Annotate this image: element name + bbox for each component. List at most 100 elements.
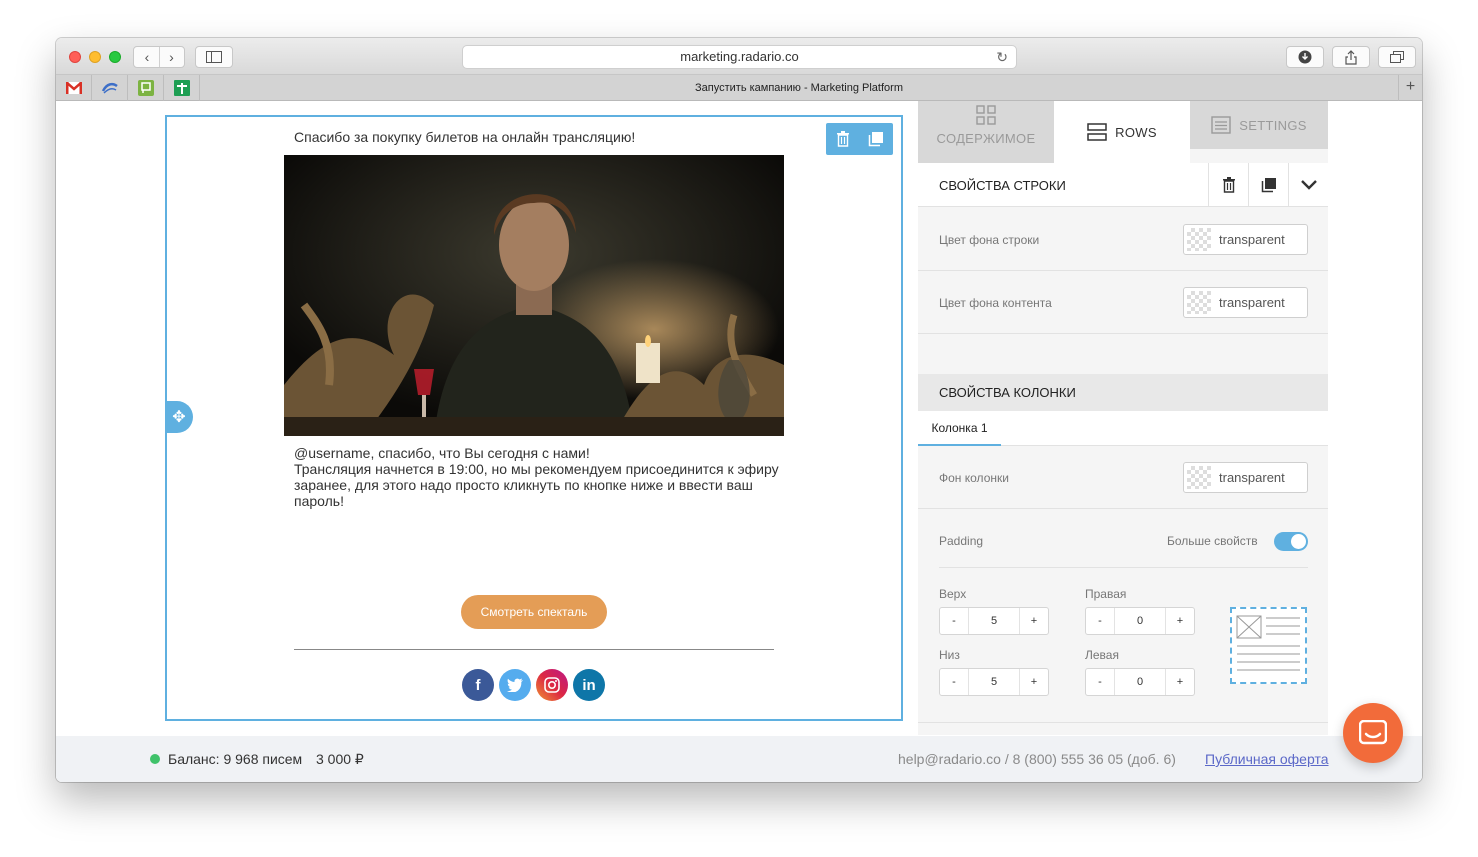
- back-button[interactable]: ‹: [135, 47, 159, 67]
- padding-top-stepper[interactable]: - 5 +: [939, 607, 1049, 635]
- browser-toolbar: ‹ › marketing.radario.co ↻: [56, 38, 1422, 75]
- email-greeting: @username, спасибо, что Вы сегодня с нам…: [294, 445, 590, 461]
- padding-bottom-value[interactable]: 5: [968, 669, 1020, 695]
- new-tab-button[interactable]: +: [1398, 75, 1422, 101]
- chat-bubble-icon: [1359, 720, 1387, 745]
- forward-button[interactable]: ›: [159, 47, 183, 67]
- email-body-text[interactable]: @username, спасибо, что Вы сегодня с нам…: [294, 445, 784, 509]
- close-window-button[interactable]: [69, 51, 81, 63]
- tab-rows-label: ROWS: [1115, 124, 1157, 140]
- row-tools: [826, 123, 893, 155]
- transparent-swatch-icon: [1187, 228, 1211, 251]
- rows-icon: [1087, 123, 1107, 141]
- facebook-icon[interactable]: f: [462, 669, 494, 701]
- gmail-icon[interactable]: [56, 75, 92, 101]
- linkedin-icon[interactable]: in: [573, 669, 605, 701]
- tab-content-label: СОДЕРЖИМОЕ: [936, 130, 1036, 146]
- row-bg-property: Цвет фона строки transparent: [918, 208, 1328, 271]
- help-contacts: help@radario.co / 8 (800) 555 36 05 (доб…: [898, 751, 1176, 767]
- address-bar[interactable]: marketing.radario.co ↻: [462, 45, 1017, 69]
- duplicate-row-button[interactable]: [859, 123, 892, 155]
- reload-icon[interactable]: ↻: [996, 46, 1008, 68]
- nav-buttons: ‹ ›: [133, 46, 185, 68]
- transparent-swatch-icon: [1187, 291, 1211, 314]
- download-icon: [1298, 50, 1312, 64]
- app-content: ✥ Спасибо за покупку билетов на онлайн т…: [56, 101, 1422, 782]
- tab-content-lower: [918, 149, 1054, 163]
- delete-row-icon[interactable]: [1208, 163, 1248, 207]
- padding-bottom-decrement[interactable]: -: [940, 669, 968, 695]
- zoom-window-button[interactable]: [109, 51, 121, 63]
- public-offer-link[interactable]: Публичная оферта: [1205, 751, 1329, 767]
- duplicate-row-icon[interactable]: [1248, 163, 1288, 207]
- padding-right-decrement[interactable]: -: [1086, 608, 1114, 634]
- padding-left-decrement[interactable]: -: [1086, 669, 1114, 695]
- email-title[interactable]: Спасибо за покупку билетов на онлайн тра…: [294, 129, 635, 145]
- padding-left-stepper[interactable]: - 0 +: [1085, 668, 1195, 696]
- padding-top-decrement[interactable]: -: [940, 608, 968, 634]
- tab-settings-lower: [1190, 149, 1328, 163]
- minimize-window-button[interactable]: [89, 51, 101, 63]
- email-divider: [294, 649, 774, 650]
- padding-right-increment[interactable]: +: [1166, 608, 1194, 634]
- sheets-icon[interactable]: [164, 75, 200, 101]
- tab-column-1[interactable]: Колонка 1: [918, 411, 1001, 446]
- collapse-chevron-icon[interactable]: [1288, 163, 1328, 207]
- transparent-swatch-icon: [1187, 466, 1211, 489]
- browser-window: ‹ › marketing.radario.co ↻ Запустить кам…: [56, 38, 1422, 782]
- email-message: Трансляция начнется в 19:00, но мы реком…: [294, 461, 779, 509]
- column-properties-header: СВОЙСТВА КОЛОНКИ: [918, 374, 1328, 411]
- padding-right-label: Правая: [1085, 587, 1127, 601]
- share-button[interactable]: [1332, 46, 1370, 68]
- sidebar-toggle-button[interactable]: [195, 46, 233, 68]
- grid-icon: [976, 104, 996, 125]
- content-bg-label: Цвет фона контента: [939, 296, 1052, 310]
- tabs-overview-button[interactable]: [1378, 46, 1416, 68]
- email-hero-image[interactable]: [284, 155, 784, 436]
- row-bg-color-picker[interactable]: transparent: [1183, 224, 1308, 255]
- status-dot-icon: [150, 754, 160, 764]
- padding-separator: [939, 567, 1308, 568]
- row-properties-header[interactable]: СВОЙСТВА СТРОКИ: [918, 163, 1328, 207]
- padding-top-increment[interactable]: +: [1020, 608, 1048, 634]
- instagram-icon[interactable]: [536, 669, 568, 701]
- balance-amount: 3 000 ₽: [316, 751, 364, 767]
- padding-right-value[interactable]: 0: [1114, 608, 1166, 634]
- padding-left-label: Левая: [1085, 648, 1119, 662]
- padding-top-value[interactable]: 5: [968, 608, 1020, 634]
- column-bg-label: Фон колонки: [939, 471, 1009, 485]
- padding-preview-icon: [1230, 607, 1307, 684]
- padding-right-stepper[interactable]: - 0 +: [1085, 607, 1195, 635]
- padding-left-value[interactable]: 0: [1114, 669, 1166, 695]
- content-bg-value: transparent: [1219, 295, 1285, 310]
- padding-bottom-increment[interactable]: +: [1020, 669, 1048, 695]
- delete-row-button[interactable]: [826, 123, 859, 155]
- radario-icon[interactable]: [92, 75, 128, 101]
- downloads-button[interactable]: [1286, 46, 1324, 68]
- padding-label: Padding: [939, 534, 984, 548]
- column-bg-color-picker[interactable]: transparent: [1183, 462, 1308, 493]
- social-icons: f in: [462, 669, 605, 701]
- trash-icon: [836, 131, 849, 147]
- chat-icon[interactable]: [128, 75, 164, 101]
- tab-title[interactable]: Запустить кампанию - Marketing Platform: [200, 75, 1398, 101]
- tab-bar: Запустить кампанию - Marketing Platform …: [56, 75, 1422, 101]
- padding-bottom-stepper[interactable]: - 5 +: [939, 668, 1049, 696]
- watch-show-button[interactable]: Смотреть спекталь: [461, 595, 607, 629]
- column-bg-property: Фон колонки transparent: [918, 446, 1328, 509]
- tab-settings[interactable]: SETTINGS: [1190, 101, 1328, 149]
- tab-rows[interactable]: ROWS: [1054, 101, 1190, 163]
- tab-settings-label: SETTINGS: [1239, 117, 1307, 133]
- tabs-icon: [1390, 51, 1404, 63]
- more-properties-toggle[interactable]: [1274, 532, 1308, 551]
- duplicate-icon: [868, 132, 883, 147]
- tab-content[interactable]: СОДЕРЖИМОЕ: [918, 101, 1054, 149]
- support-chat-button[interactable]: [1343, 703, 1403, 763]
- row-bg-label: Цвет фона строки: [939, 233, 1040, 247]
- editor-panel: СОДЕРЖИМОЕ ROWS SETTINGS СВОЙСТВА СТРОКИ: [918, 101, 1328, 735]
- move-icon: ✥: [172, 409, 186, 426]
- settings-list-icon: [1211, 116, 1231, 134]
- content-bg-color-picker[interactable]: transparent: [1183, 287, 1308, 318]
- twitter-icon[interactable]: [499, 669, 531, 701]
- padding-left-increment[interactable]: +: [1166, 669, 1194, 695]
